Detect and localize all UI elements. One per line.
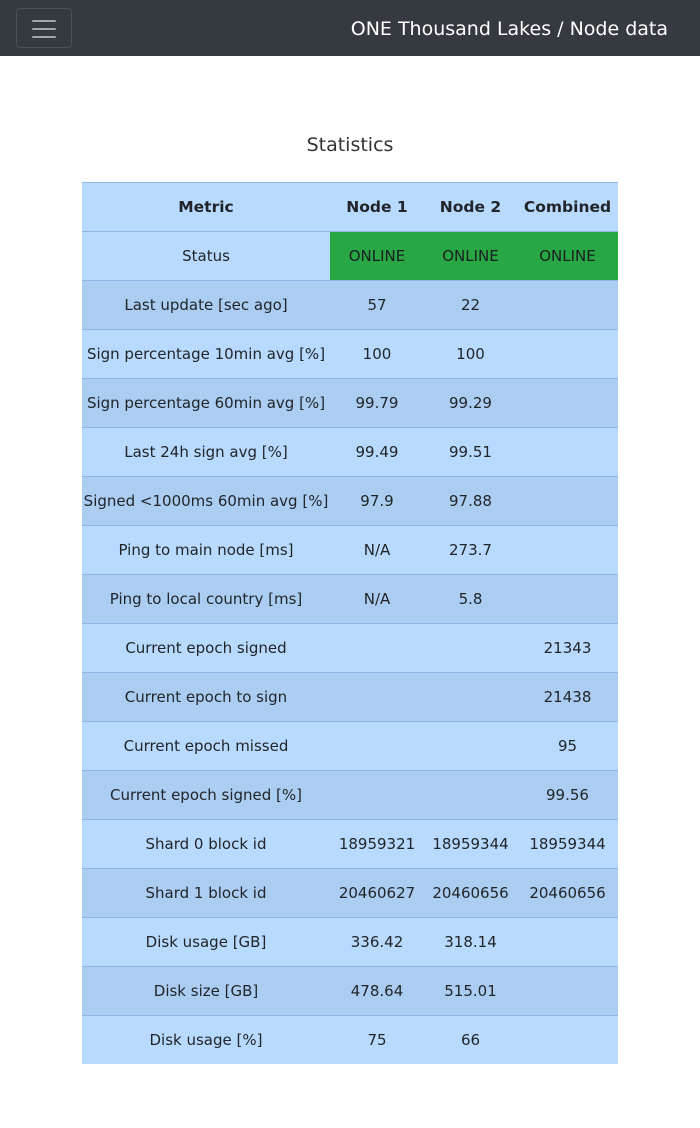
cell-combined — [517, 917, 618, 967]
cell-metric: Current epoch signed — [82, 623, 330, 673]
cell-metric: Current epoch to sign — [82, 672, 330, 722]
cell-node-1: 57 — [330, 280, 424, 330]
table-row: Signed <1000ms 60min avg [%] 97.9 97.88 — [82, 476, 618, 526]
cell-node-1: N/A — [330, 525, 424, 575]
cell-node-1: 100 — [330, 329, 424, 379]
cell-combined: 21438 — [517, 672, 618, 722]
cell-node-1: 75 — [330, 1015, 424, 1064]
cell-node-2: 99.29 — [424, 378, 517, 428]
cell-node-2: 100 — [424, 329, 517, 379]
column-header-metric: Metric — [82, 182, 330, 232]
cell-combined — [517, 574, 618, 624]
cell-metric: Shard 1 block id — [82, 868, 330, 918]
cell-combined — [517, 427, 618, 477]
cell-metric: Ping to main node [ms] — [82, 525, 330, 575]
column-header-combined: Combined — [517, 182, 618, 232]
table-row: Sign percentage 60min avg [%] 99.79 99.29 — [82, 378, 618, 428]
cell-node-1: 18959321 — [330, 819, 424, 869]
cell-combined — [517, 1015, 618, 1064]
navbar-brand[interactable]: ONE Thousand Lakes / Node data — [351, 0, 668, 56]
cell-node-2: 18959344 — [424, 819, 517, 869]
statistics-table: Metric Node 1 Node 2 Combined Status ONLI… — [82, 182, 618, 1064]
cell-metric: Ping to local country [ms] — [82, 574, 330, 624]
cell-node-2: 22 — [424, 280, 517, 330]
table-row: Ping to local country [ms] N/A 5.8 — [82, 574, 618, 624]
cell-node-2: 66 — [424, 1015, 517, 1064]
cell-node-1 — [330, 770, 424, 820]
table-row: Disk size [GB] 478.64 515.01 — [82, 966, 618, 1016]
cell-combined: 95 — [517, 721, 618, 771]
cell-metric: Last 24h sign avg [%] — [82, 427, 330, 477]
table-row: Shard 1 block id 20460627 20460656 20460656 — [82, 868, 618, 918]
cell-combined — [517, 525, 618, 575]
cell-combined — [517, 966, 618, 1016]
cell-node-1 — [330, 721, 424, 771]
cell-metric: Signed <1000ms 60min avg [%] — [82, 476, 330, 526]
cell-node-2: 273.7 — [424, 525, 517, 575]
cell-node-2: 97.88 — [424, 476, 517, 526]
cell-combined — [517, 280, 618, 330]
cell-metric: Current epoch missed — [82, 721, 330, 771]
cell-metric: Sign percentage 60min avg [%] — [82, 378, 330, 428]
table-row: Current epoch missed 95 — [82, 721, 618, 771]
table-row: Ping to main node [ms] N/A 273.7 — [82, 525, 618, 575]
cell-node-1: 97.9 — [330, 476, 424, 526]
table-row: Current epoch signed [%] 99.56 — [82, 770, 618, 820]
table-row: Current epoch signed 21343 — [82, 623, 618, 673]
top-navbar: ONE Thousand Lakes / Node data — [0, 0, 700, 56]
hamburger-menu-icon[interactable] — [16, 8, 72, 48]
cell-metric: Last update [sec ago] — [82, 280, 330, 330]
table-row: Last update [sec ago] 57 22 — [82, 280, 618, 330]
cell-combined — [517, 378, 618, 428]
cell-metric: Shard 0 block id — [82, 819, 330, 869]
table-row: Last 24h sign avg [%] 99.49 99.51 — [82, 427, 618, 477]
cell-combined: 20460656 — [517, 868, 618, 918]
cell-node-2: 318.14 — [424, 917, 517, 967]
table-row: Sign percentage 10min avg [%] 100 100 — [82, 329, 618, 379]
cell-combined: 21343 — [517, 623, 618, 673]
cell-combined: 99.56 — [517, 770, 618, 820]
column-header-node-1: Node 1 — [330, 182, 424, 232]
cell-combined — [517, 476, 618, 526]
cell-node-1: 99.49 — [330, 427, 424, 477]
table-row: Disk usage [GB] 336.42 318.14 — [82, 917, 618, 967]
cell-node-2 — [424, 672, 517, 722]
table-row: Current epoch to sign 21438 — [82, 672, 618, 722]
table-row: Disk usage [%] 75 66 — [82, 1015, 618, 1064]
status-badge-node-2: ONLINE — [424, 231, 517, 281]
cell-metric: Disk usage [GB] — [82, 917, 330, 967]
cell-node-1: N/A — [330, 574, 424, 624]
cell-node-2 — [424, 721, 517, 771]
status-badge-node-1: ONLINE — [330, 231, 424, 281]
cell-node-1: 478.64 — [330, 966, 424, 1016]
table-row: Shard 0 block id 18959321 18959344 18959344 — [82, 819, 618, 869]
cell-node-2: 5.8 — [424, 574, 517, 624]
cell-metric: Sign percentage 10min avg [%] — [82, 329, 330, 379]
cell-node-2: 515.01 — [424, 966, 517, 1016]
cell-node-1 — [330, 623, 424, 673]
cell-combined: 18959344 — [517, 819, 618, 869]
cell-node-2: 20460656 — [424, 868, 517, 918]
status-badge-combined: ONLINE — [517, 231, 618, 281]
cell-metric: Current epoch signed [%] — [82, 770, 330, 820]
cell-node-1: 20460627 — [330, 868, 424, 918]
table-row: Status ONLINE ONLINE ONLINE — [82, 231, 618, 281]
cell-node-2 — [424, 770, 517, 820]
column-header-node-2: Node 2 — [424, 182, 517, 232]
cell-metric: Status — [82, 231, 330, 281]
table-body: Status ONLINE ONLINE ONLINE Last update [sec… — [82, 231, 618, 1064]
cell-combined — [517, 329, 618, 379]
cell-node-1: 99.79 — [330, 378, 424, 428]
cell-node-2 — [424, 623, 517, 673]
cell-metric: Disk usage [%] — [82, 1015, 330, 1064]
cell-node-2: 99.51 — [424, 427, 517, 477]
cell-node-1: 336.42 — [330, 917, 424, 967]
cell-node-1 — [330, 672, 424, 722]
table-header-row: Metric Node 1 Node 2 Combined — [82, 182, 618, 232]
page-title: Statistics — [306, 134, 394, 156]
cell-metric: Disk size [GB] — [82, 966, 330, 1016]
